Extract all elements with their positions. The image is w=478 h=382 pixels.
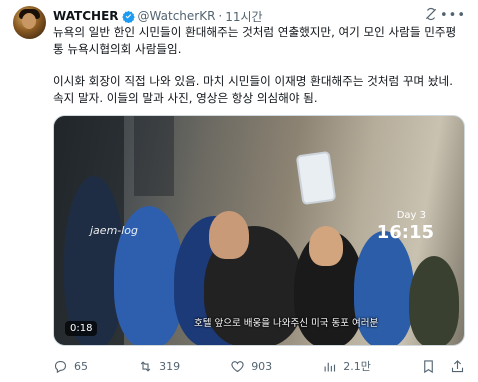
action-bar-right [421,359,465,374]
repost-button[interactable]: 319 [138,359,180,374]
verified-icon [121,10,135,23]
video-duration: 0:18 [65,321,98,336]
video-subtitle: 호텔 앞으로 배웅을 나와주신 미국 동포 여러분 [194,318,379,329]
views-icon [324,362,336,371]
post-header: WATCHER @WatcherKR · 11시간 [53,8,464,24]
avatar-face [22,13,36,29]
post-paragraph-1: 뉴욕의 일반 한인 시민들이 환대해주는 것처럼 연출했지만, 여기 모인 사람… [53,25,457,56]
share-icon[interactable] [450,359,465,374]
post-text: 뉴욕의 일반 한인 시민들이 환대해주는 것처럼 연출했지만, 여기 모인 사람… [53,24,465,107]
like-count: 903 [251,359,273,373]
heart-icon [231,360,244,372]
author-name[interactable]: WATCHER [53,9,119,23]
main-person-face [209,211,249,259]
bookmark-icon[interactable] [421,359,436,374]
smartphone [295,150,337,206]
repost-count: 319 [159,359,181,373]
repost-icon [140,360,151,372]
plant [409,256,459,345]
reply-icon [54,360,67,373]
video-player[interactable]: jaem-log Day 3 16:15 호텔 앞으로 배웅을 나와주신 미국 … [53,115,465,346]
tweet-post[interactable]: WATCHER @WatcherKR · 11시간 ••• 뉴욕의 일반 한인 … [0,0,478,382]
reply-count: 65 [74,359,88,373]
like-button[interactable]: 903 [230,359,272,374]
video-day-label: Day 3 [396,210,426,221]
views-button[interactable]: 2.1만 [322,358,371,374]
avatar[interactable] [13,6,46,39]
separator: · [218,9,223,23]
grok-icon[interactable] [424,7,438,21]
video-time-label: 16:15 [376,222,434,243]
action-bar: 65 319 903 2.1만 [53,357,465,375]
video-watermark: jaem-log [90,224,139,237]
views-count: 2.1만 [343,360,371,373]
more-options-icon[interactable]: ••• [440,8,466,23]
crowd-person-face [309,226,343,266]
background-window [134,116,174,196]
post-time[interactable]: 11시간 [225,8,262,25]
author-handle[interactable]: @WatcherKR [138,9,216,23]
post-paragraph-2: 이시화 회장이 직접 나와 있음. 마치 시민들이 이재명 환대해주는 것처럼 … [53,74,453,105]
reply-button[interactable]: 65 [53,359,88,374]
